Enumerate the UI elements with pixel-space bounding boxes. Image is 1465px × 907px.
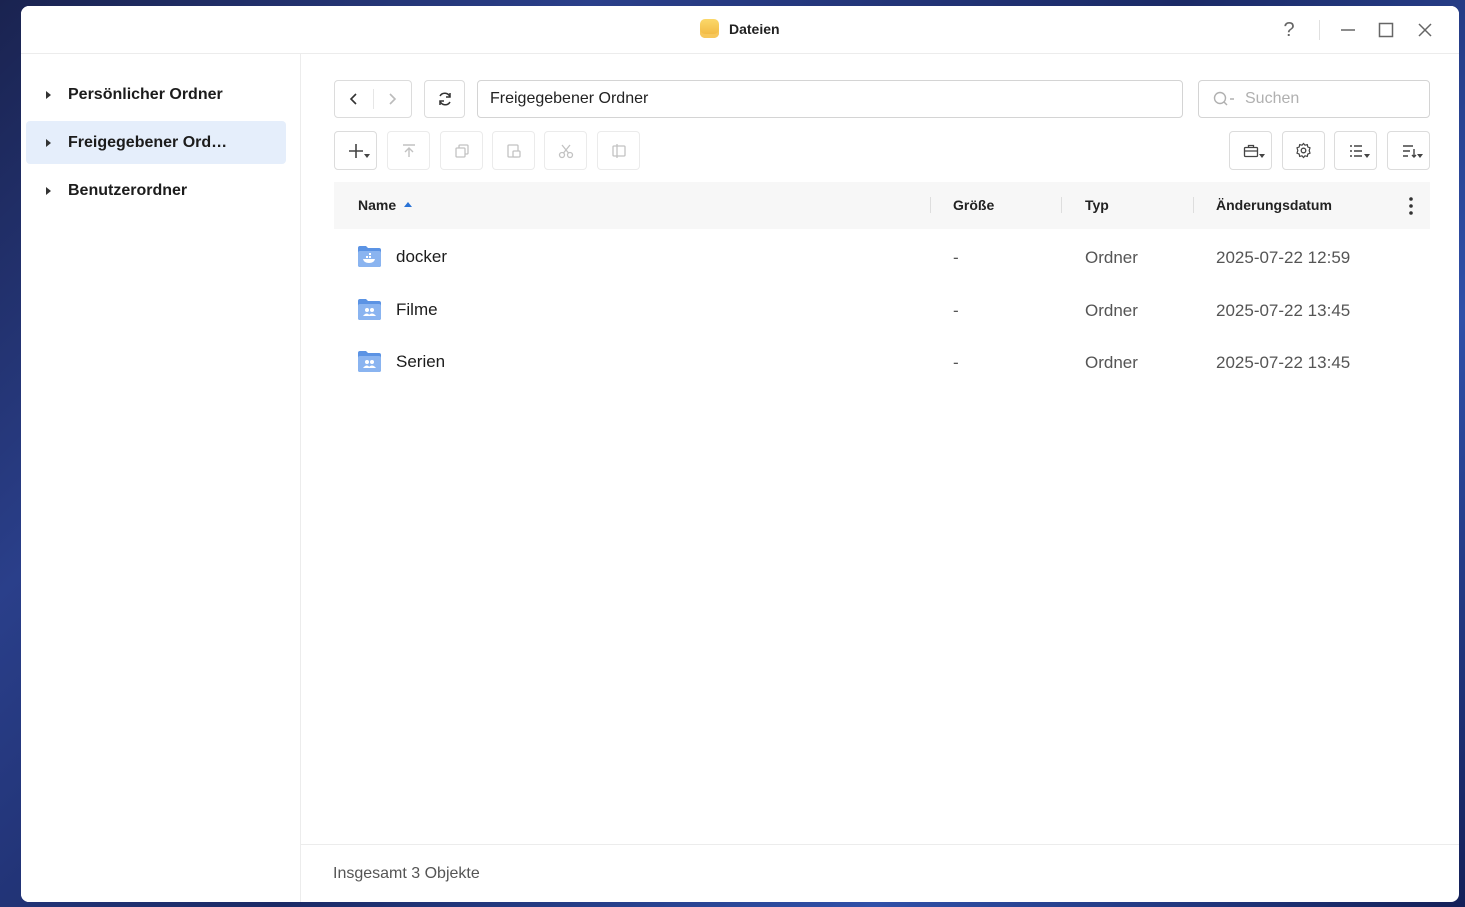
minimize-icon bbox=[1341, 29, 1355, 31]
file-size: - bbox=[953, 301, 959, 320]
cut-button[interactable] bbox=[544, 131, 587, 170]
column-header-type[interactable]: Typ bbox=[1085, 197, 1109, 213]
dropdown-arrow-icon bbox=[1364, 154, 1370, 158]
table-header: Name Größe Typ Änderungsdatum bbox=[334, 182, 1430, 229]
refresh-icon bbox=[438, 92, 451, 106]
help-button[interactable]: ? bbox=[1275, 16, 1303, 44]
sidebar-item-label: Freigegebener Ord… bbox=[68, 133, 228, 151]
shared-folder-icon bbox=[358, 351, 381, 372]
column-divider[interactable] bbox=[1193, 197, 1194, 213]
chevron-right-icon bbox=[389, 93, 397, 105]
forward-button[interactable] bbox=[373, 81, 411, 117]
file-type: Ordner bbox=[1085, 301, 1138, 320]
sidebar-item-label: Benutzerordner bbox=[68, 181, 188, 199]
upload-button[interactable] bbox=[387, 131, 430, 170]
status-bar: Insgesamt 3 Objekte bbox=[301, 844, 1459, 902]
help-icon: ? bbox=[1283, 18, 1295, 41]
file-modified: 2025-07-22 12:59 bbox=[1216, 248, 1351, 267]
main-panel: Freigegebener Ordner Suchen Name Größe T… bbox=[301, 54, 1459, 902]
path-field[interactable]: Freigegebener Ordner bbox=[477, 80, 1183, 118]
sidebar-item-shared-folder[interactable]: Freigegebener Ord… bbox=[26, 121, 286, 164]
dropdown-arrow-icon bbox=[1259, 154, 1265, 158]
file-type: Ordner bbox=[1085, 353, 1138, 372]
close-button[interactable] bbox=[1411, 16, 1439, 44]
copy-button[interactable] bbox=[440, 131, 483, 170]
minimize-button[interactable] bbox=[1334, 16, 1362, 44]
back-button[interactable] bbox=[335, 81, 373, 117]
create-button[interactable] bbox=[334, 131, 377, 170]
navigation-buttons bbox=[334, 80, 412, 118]
file-manager-window: Dateien ? Persönlicher Ordner Freigegebe… bbox=[21, 6, 1459, 902]
maximize-button[interactable] bbox=[1372, 16, 1400, 44]
sidebar-item-label: Persönlicher Ordner bbox=[68, 85, 223, 103]
copy-icon bbox=[454, 143, 469, 158]
table-row[interactable]: Serien - Ordner 2025-07-22 13:45 bbox=[334, 336, 1430, 388]
list-view-icon bbox=[1349, 144, 1362, 157]
tools-button[interactable] bbox=[1229, 131, 1272, 170]
sidebar-item-personal-folder[interactable]: Persönlicher Ordner bbox=[26, 73, 286, 116]
column-header-modified[interactable]: Änderungsdatum bbox=[1216, 197, 1332, 213]
shared-folder-icon bbox=[358, 299, 381, 320]
docker-folder-icon bbox=[358, 246, 381, 267]
column-options-button[interactable] bbox=[1408, 196, 1414, 221]
sidebar-item-user-folder[interactable]: Benutzerordner bbox=[26, 169, 286, 212]
gear-icon bbox=[1296, 142, 1311, 159]
close-icon bbox=[1418, 23, 1432, 37]
item-count: Insgesamt 3 Objekte bbox=[333, 865, 480, 882]
title-bar: Dateien ? bbox=[21, 6, 1459, 54]
column-divider[interactable] bbox=[930, 197, 931, 213]
file-name: docker bbox=[396, 247, 448, 266]
expand-arrow-icon[interactable] bbox=[46, 138, 51, 147]
rename-button[interactable] bbox=[597, 131, 640, 170]
expand-arrow-icon[interactable] bbox=[46, 90, 51, 99]
column-header-size[interactable]: Größe bbox=[953, 197, 994, 213]
file-type: Ordner bbox=[1085, 248, 1138, 267]
files-app-icon bbox=[700, 19, 719, 38]
sort-icon bbox=[1402, 144, 1416, 158]
sort-button[interactable] bbox=[1387, 131, 1430, 170]
settings-button[interactable] bbox=[1282, 131, 1325, 170]
search-input[interactable]: Suchen bbox=[1198, 80, 1430, 118]
column-header-label: Name bbox=[358, 197, 397, 213]
sort-ascending-icon bbox=[404, 202, 413, 207]
file-modified: 2025-07-22 13:45 bbox=[1216, 353, 1351, 372]
plus-icon bbox=[348, 143, 363, 158]
briefcase-icon bbox=[1243, 144, 1258, 157]
refresh-button[interactable] bbox=[424, 80, 465, 118]
titlebar-divider bbox=[1319, 20, 1320, 40]
table-row[interactable]: docker - Ordner 2025-07-22 12:59 bbox=[334, 231, 1430, 283]
column-divider[interactable] bbox=[1061, 197, 1062, 213]
rename-icon bbox=[611, 143, 626, 158]
window-title-text: Dateien bbox=[729, 20, 780, 37]
file-name: Serien bbox=[396, 352, 446, 371]
file-modified: 2025-07-22 13:45 bbox=[1216, 301, 1351, 320]
dropdown-arrow-icon bbox=[364, 154, 370, 158]
dropdown-arrow-icon bbox=[1417, 154, 1423, 158]
paste-button[interactable] bbox=[492, 131, 535, 170]
paste-icon bbox=[506, 143, 521, 158]
sidebar: Persönlicher Ordner Freigegebener Ord… B… bbox=[21, 54, 301, 902]
column-header-name[interactable]: Name bbox=[358, 197, 413, 213]
chevron-left-icon bbox=[349, 93, 357, 105]
search-placeholder: Suchen bbox=[1245, 90, 1300, 107]
expand-arrow-icon[interactable] bbox=[46, 186, 51, 195]
more-vertical-icon bbox=[1409, 197, 1413, 215]
search-icon bbox=[1213, 91, 1234, 106]
window-title: Dateien bbox=[700, 19, 780, 38]
maximize-icon bbox=[1378, 22, 1394, 38]
view-mode-button[interactable] bbox=[1334, 131, 1377, 170]
file-name: Filme bbox=[396, 300, 438, 319]
file-size: - bbox=[953, 353, 959, 372]
upload-icon bbox=[402, 143, 415, 157]
file-size: - bbox=[953, 248, 959, 267]
table-row[interactable]: Filme - Ordner 2025-07-22 13:45 bbox=[334, 284, 1430, 336]
scissors-icon bbox=[558, 144, 573, 158]
